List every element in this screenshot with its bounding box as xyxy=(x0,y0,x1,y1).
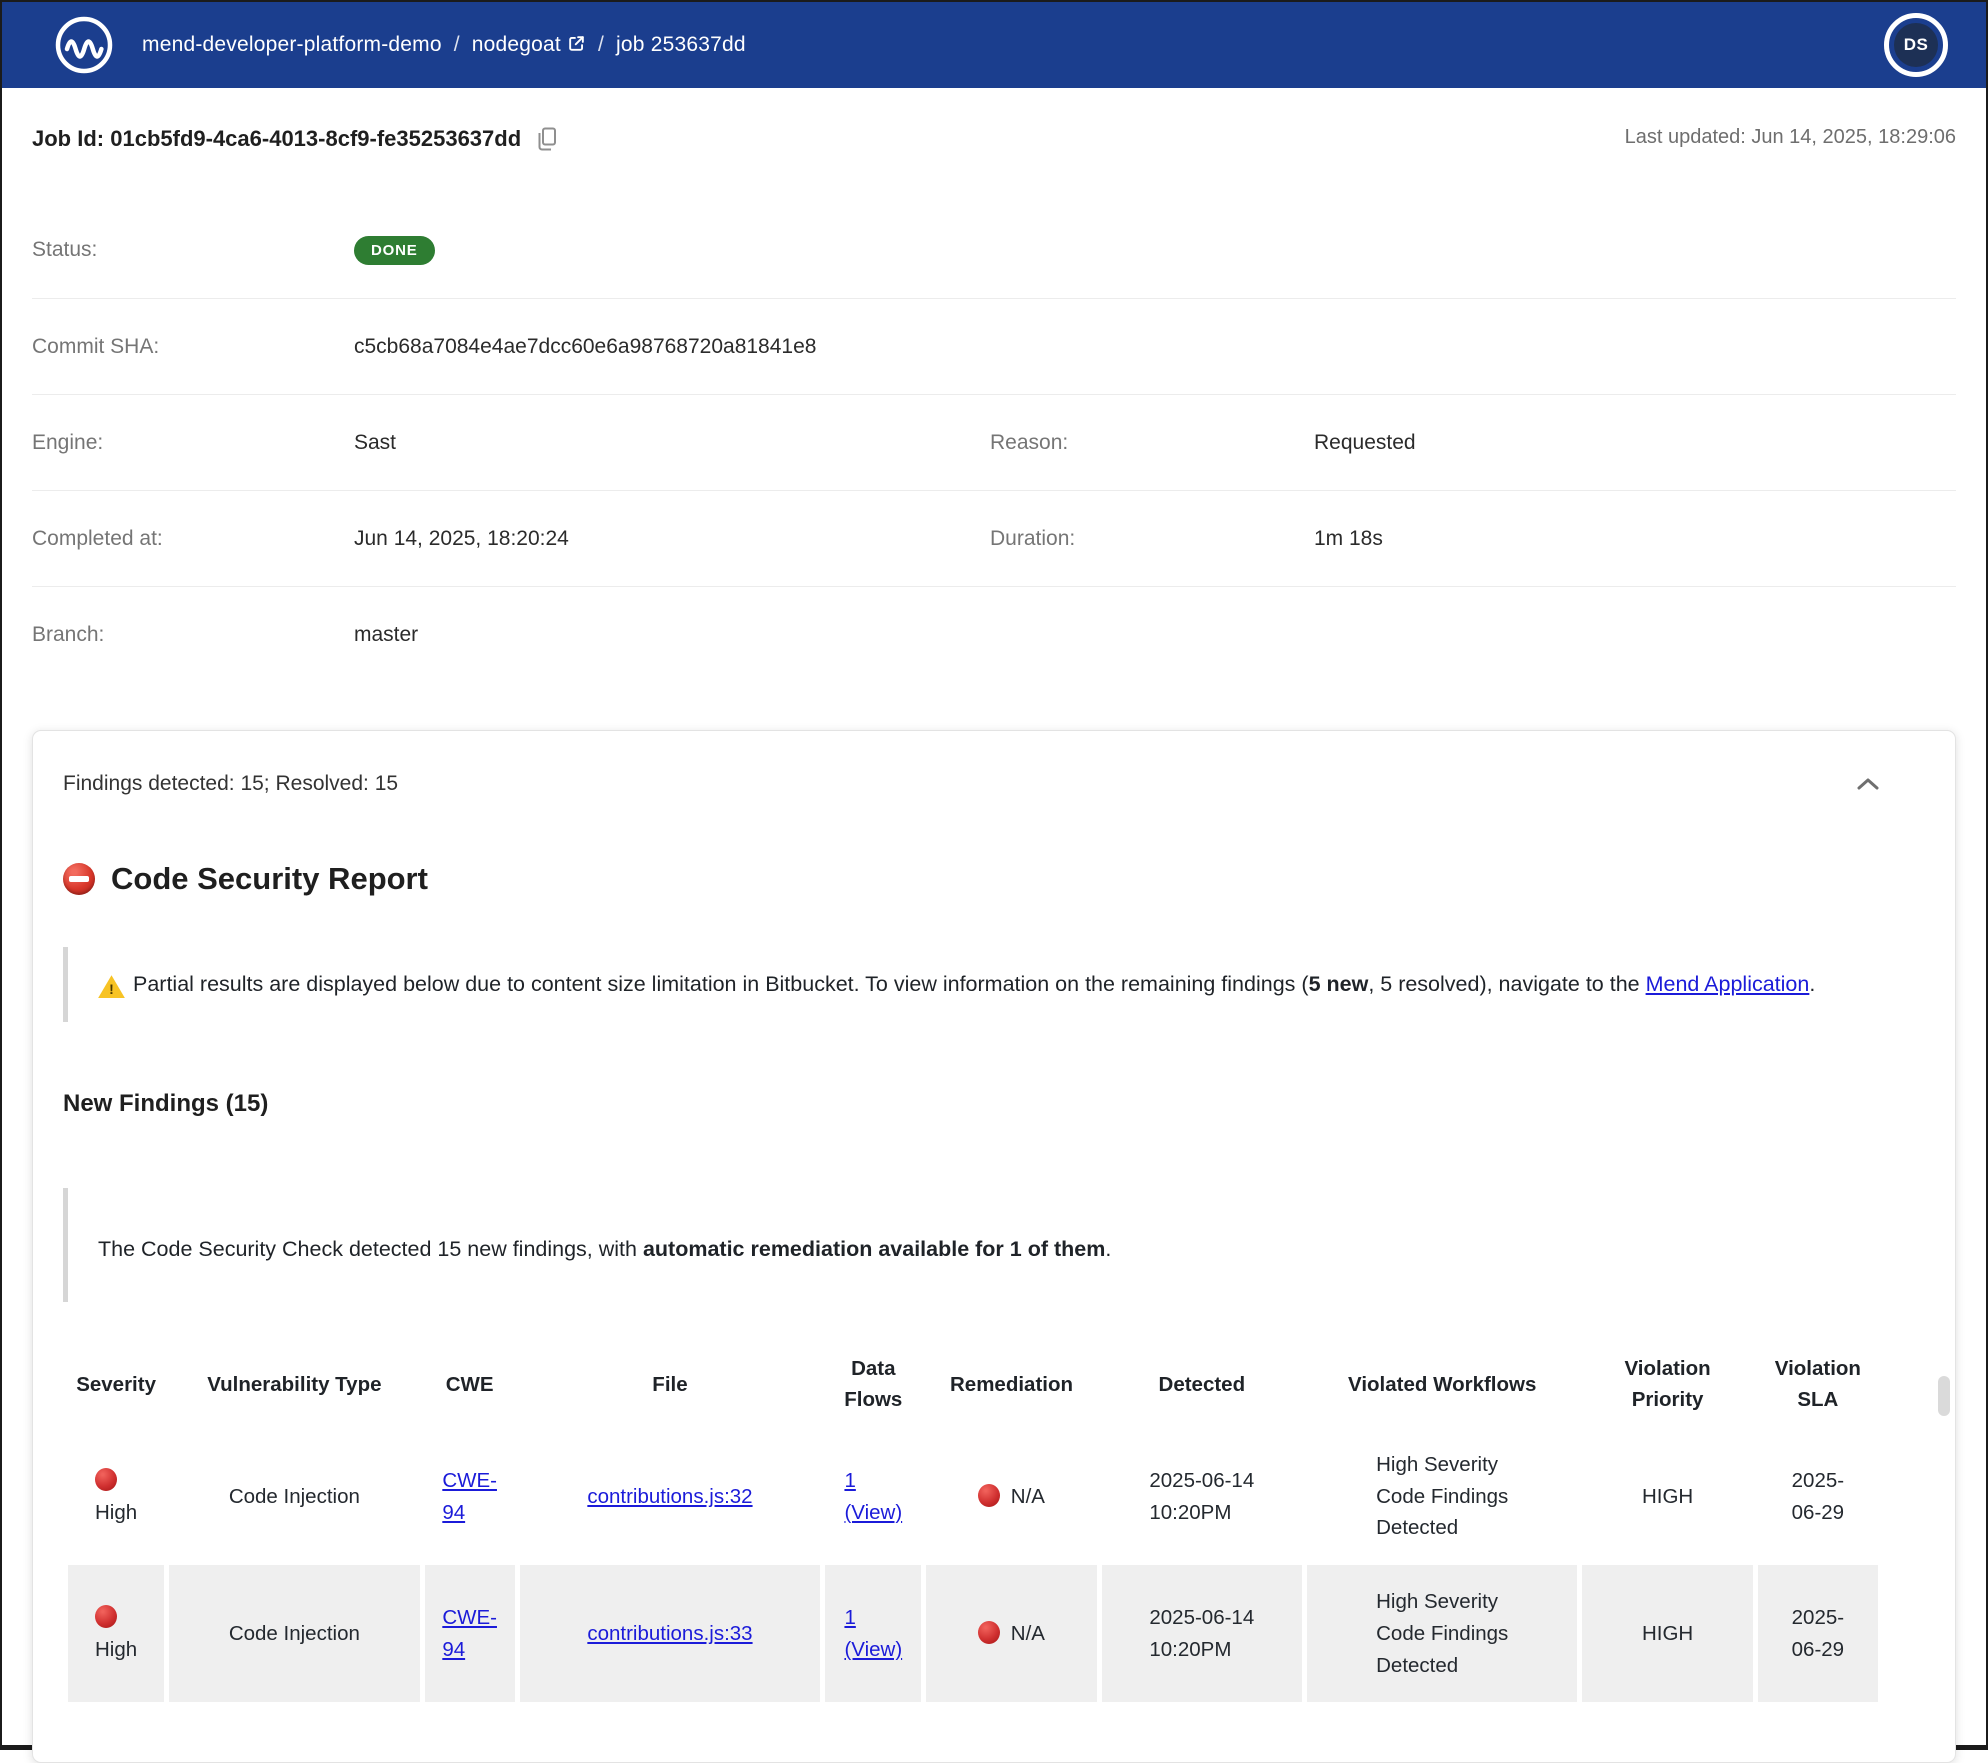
table-row: High Code Injection CWE-94 contributions.js… xyxy=(68,1565,1878,1702)
status-label: Status: xyxy=(32,238,354,262)
findings-summary: Findings detected: 15; Resolved: 15 xyxy=(63,772,398,796)
user-avatar[interactable]: DS xyxy=(1884,13,1948,77)
new-findings-title: New Findings (15) xyxy=(63,1090,1925,1118)
sla-cell: 2025-06-29 xyxy=(1792,1465,1844,1529)
report-title-row: Code Security Report xyxy=(63,861,1925,897)
breadcrumb-job: job 253637dd xyxy=(616,33,746,57)
engine-reason-row: Engine: Sast Reason: Requested xyxy=(32,394,1956,490)
warning-icon: ! xyxy=(98,975,125,998)
check-summary-note: The Code Security Check detected 15 new … xyxy=(63,1188,1925,1302)
workflows-cell: High SeverityCode FindingsDetected xyxy=(1376,1449,1508,1544)
check-summary-bold: automatic remediation available for 1 of… xyxy=(643,1237,1105,1261)
file-link[interactable]: contributions.js:33 xyxy=(587,1618,752,1650)
findings-table: SeverityVulnerability TypeCWEFileData Fl… xyxy=(63,1342,1883,1702)
detected-cell: 2025-06-1410:20PM xyxy=(1149,1465,1254,1529)
flows-link[interactable]: 1(View) xyxy=(844,1465,902,1529)
severity-cell: High xyxy=(95,1465,137,1529)
workflows-cell: High SeverityCode FindingsDetected xyxy=(1376,1586,1508,1681)
col-header-sla: Violation SLA xyxy=(1758,1342,1878,1428)
severity-cell: High xyxy=(95,1602,137,1666)
mend-logo-icon xyxy=(54,15,114,75)
chevron-up-icon xyxy=(1855,775,1881,793)
red-circle-icon xyxy=(978,1484,1000,1507)
priority-cell: HIGH xyxy=(1642,1618,1693,1650)
commit-sha-label: Commit SHA: xyxy=(32,335,354,359)
collapse-panel-button[interactable] xyxy=(1851,771,1885,797)
last-updated-text: Last updated: Jun 14, 2025, 18:29:06 xyxy=(1625,124,1956,149)
red-circle-icon xyxy=(978,1621,1000,1644)
cwe-link[interactable]: CWE-94 xyxy=(442,1602,497,1666)
findings-card: Findings detected: 15; Resolved: 15 Code… xyxy=(32,730,1956,1763)
report-title: Code Security Report xyxy=(111,861,428,897)
breadcrumb-project[interactable]: mend-developer-platform-demo xyxy=(142,33,442,57)
avatar-initials: DS xyxy=(1894,23,1938,67)
priority-cell: HIGH xyxy=(1642,1481,1693,1513)
flows-link[interactable]: 1(View) xyxy=(844,1602,902,1666)
branch-value: master xyxy=(354,623,1956,647)
table-scrollbar-thumb[interactable] xyxy=(1938,1376,1950,1416)
col-header-workflows: Violated Workflows xyxy=(1307,1342,1577,1428)
completed-at-value: Jun 14, 2025, 18:20:24 xyxy=(354,527,990,551)
partial-results-note: ! Partial results are displayed below due… xyxy=(63,947,1925,1022)
breadcrumb-separator: / xyxy=(454,33,460,57)
commit-sha-value: c5cb68a7084e4ae7dcc60e6a98768720a81841e8 xyxy=(354,335,1956,359)
file-link[interactable]: contributions.js:32 xyxy=(587,1481,752,1513)
mend-application-link[interactable]: Mend Application xyxy=(1646,972,1810,996)
breadcrumb-separator: / xyxy=(598,33,604,57)
reason-label: Reason: xyxy=(990,431,1314,455)
duration-label: Duration: xyxy=(990,527,1314,551)
branch-label: Branch: xyxy=(32,623,354,647)
branch-row: Branch: master xyxy=(32,586,1956,682)
red-circle-icon xyxy=(95,1605,117,1628)
copy-icon xyxy=(535,126,558,152)
reason-value: Requested xyxy=(1314,431,1956,455)
detected-cell: 2025-06-1410:20PM xyxy=(1149,1602,1254,1666)
col-header-flows: Data Flows xyxy=(825,1342,921,1428)
col-header-priority: Violation Priority xyxy=(1582,1342,1752,1428)
col-header-detected: Detected xyxy=(1102,1342,1302,1428)
col-header-remediation: Remediation xyxy=(926,1342,1096,1428)
copy-job-id-button[interactable] xyxy=(533,124,560,154)
col-header-cwe: CWE xyxy=(425,1342,515,1428)
status-badge: DONE xyxy=(354,236,435,265)
col-header-severity: Severity xyxy=(68,1342,164,1428)
cwe-link[interactable]: CWE-94 xyxy=(442,1465,497,1529)
col-header-file: File xyxy=(520,1342,821,1428)
duration-value: 1m 18s xyxy=(1314,527,1956,551)
sla-cell: 2025-06-29 xyxy=(1792,1602,1844,1666)
note-text-pre: Partial results are displayed below due … xyxy=(133,972,1309,996)
top-navbar: mend-developer-platform-demo / nodegoat … xyxy=(2,2,1986,88)
breadcrumb: mend-developer-platform-demo / nodegoat … xyxy=(142,33,746,57)
check-summary-end: . xyxy=(1105,1237,1111,1261)
commit-row: Commit SHA: c5cb68a7084e4ae7dcc60e6a9876… xyxy=(32,298,1956,394)
note-text-mid: , 5 resolved), navigate to the xyxy=(1368,972,1645,996)
type-cell: Code Injection xyxy=(229,1481,360,1513)
completed-duration-row: Completed at: Jun 14, 2025, 18:20:24 Dur… xyxy=(32,490,1956,586)
type-cell: Code Injection xyxy=(229,1618,360,1650)
note-text-end: . xyxy=(1809,972,1815,996)
completed-at-label: Completed at: xyxy=(32,527,354,551)
col-header-type: Vulnerability Type xyxy=(169,1342,419,1428)
job-details-section: Job Id: 01cb5fd9-4ca6-4013-8cf9-fe352536… xyxy=(2,124,1986,682)
remediation-cell: N/A xyxy=(978,1618,1045,1650)
engine-value: Sast xyxy=(354,431,990,455)
engine-label: Engine: xyxy=(32,431,354,455)
note-text-bold: 5 new xyxy=(1309,972,1369,996)
check-summary-pre: The Code Security Check detected 15 new … xyxy=(98,1237,643,1261)
remediation-cell: N/A xyxy=(978,1481,1045,1513)
job-id-text: Job Id: 01cb5fd9-4ca6-4013-8cf9-fe352536… xyxy=(32,126,521,152)
no-entry-icon xyxy=(63,863,95,895)
table-row: High Code Injection CWE-94 contributions.js… xyxy=(68,1428,1878,1565)
status-row: Status: DONE xyxy=(32,202,1956,298)
external-link-icon xyxy=(567,34,586,53)
breadcrumb-repo-link[interactable]: nodegoat xyxy=(472,33,586,57)
red-circle-icon xyxy=(95,1468,117,1491)
